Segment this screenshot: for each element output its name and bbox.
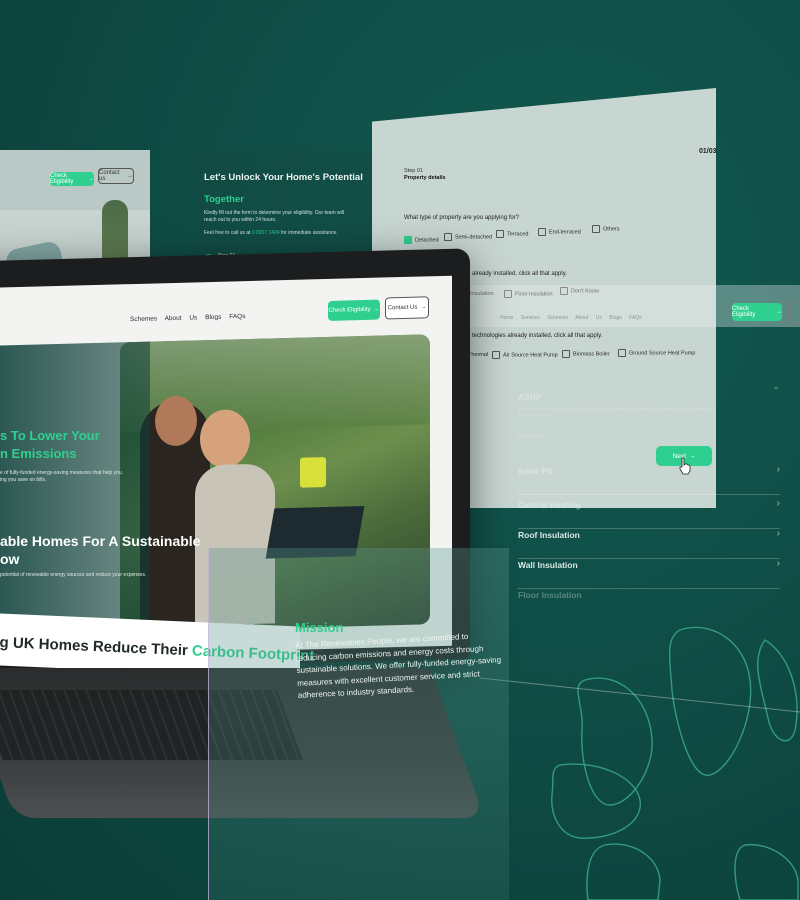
step-label: Step 01 <box>218 253 236 259</box>
accordion-item-solar-pv[interactable]: Solar PV › <box>518 460 780 495</box>
ghost-contact-button[interactable] <box>788 301 800 325</box>
technologies-question: technologies already installed, click al… <box>472 333 603 339</box>
form-intro-panel: Let's Unlock Your Home's Potential Toget… <box>196 150 372 290</box>
option-end-terraced[interactable]: End-terraced <box>538 228 581 236</box>
checkbox-icon[interactable] <box>538 228 546 236</box>
left-hero-panel: Check Eligibility → Contact us → <box>0 150 150 490</box>
hero-headline-b-1: able Homes For A Sustainable <box>0 533 201 549</box>
option-thermal[interactable]: Thermal <box>468 352 488 358</box>
father-figure <box>140 400 210 632</box>
button-label: Check Eligibility <box>50 173 74 185</box>
learn-more-link[interactable]: Learn More <box>518 434 544 440</box>
accordion-item-floor-insulation[interactable]: Floor Insulation <box>518 584 780 618</box>
option-label: Detached <box>415 237 439 244</box>
worker-hi-vis <box>300 456 326 488</box>
accordion-item-label: Roof Insulation <box>518 530 580 540</box>
form-intro-title-accent: Together <box>204 194 244 205</box>
button-label: Check Eligibility <box>732 306 756 318</box>
banner-text: g UK Homes Reduce Their <box>0 634 189 660</box>
accordion-item-label: Central Heating <box>518 500 581 510</box>
option-air-source-heat-pump[interactable]: Air Source Heat Pump <box>492 351 558 359</box>
composition-stage: Check Eligibility → Contact us → Let's Unl… <box>0 0 800 900</box>
form-step-counter: 01/03 <box>699 148 717 155</box>
form-step-label: Step 01 <box>404 168 423 174</box>
accordion-item-label: Solar PV <box>518 466 553 476</box>
nav-link-about[interactable]: About Us <box>165 314 198 322</box>
ghost-check-eligibility-button[interactable]: Check Eligibility → <box>732 303 782 321</box>
property-type-question: What type of property are you applying f… <box>404 215 520 221</box>
checkbox-icon[interactable] <box>592 225 600 233</box>
call-suffix: for immediate assistance. <box>281 230 338 236</box>
call-prefix: Feel free to call us at <box>204 230 251 236</box>
father-face <box>155 395 197 447</box>
option-label: Ground Source Heat Pump <box>629 350 696 357</box>
mission-title: Mission <box>295 620 344 635</box>
nav-link-faqs[interactable]: FAQs <box>229 313 245 320</box>
option-label: Biomass Boiler <box>573 351 610 358</box>
ghost-nav-links: Home Services Schemes About Us Blogs FAQ… <box>500 315 642 321</box>
option-label: Others <box>603 226 620 233</box>
chevron-right-icon: › <box>776 498 780 509</box>
hero-sub-b: potential of renewable energy sources an… <box>0 572 147 578</box>
ghost-nav-schemes: Schemes <box>547 315 569 321</box>
form-intro-call: Feel free to call us at 0 0207 1424 for … <box>204 230 338 236</box>
form-intro-body: Kindly fill out the form to determine yo… <box>204 210 344 223</box>
checkbox-checked-icon[interactable] <box>404 236 412 244</box>
divider-line-decoration <box>480 677 800 713</box>
checkbox-icon[interactable] <box>444 233 452 241</box>
plant-shape <box>102 200 128 320</box>
checkbox-icon[interactable] <box>618 349 626 357</box>
option-label: Thermal <box>468 352 489 358</box>
step-name: Property Details <box>218 261 254 267</box>
option-label: End-terraced <box>549 229 581 236</box>
child-face <box>200 408 250 469</box>
button-label: Check Eligibility <box>328 306 371 314</box>
ghost-nav-strip: Home Services Schemes About Us Blogs FAQ… <box>470 285 800 327</box>
hero-headline-b-2: ow <box>0 551 20 567</box>
accordion-item-label: Floor Insulation <box>518 590 582 600</box>
option-terraced[interactable]: Terraced <box>496 230 528 238</box>
option-biomass-boiler[interactable]: Biomass Boiler <box>562 350 610 358</box>
step-indicator-icon <box>204 254 213 263</box>
option-semi-detached[interactable]: Semi-detached <box>444 233 492 241</box>
option-others[interactable]: Others <box>592 225 620 233</box>
chevron-up-icon[interactable]: ⌃ <box>772 386 780 397</box>
option-ground-source-heat-pump[interactable]: Ground Source Heat Pump <box>618 349 695 357</box>
mission-body: At The Renewables People, we are committ… <box>295 631 502 700</box>
option-label: Semi-detached <box>455 234 492 241</box>
check-eligibility-button[interactable]: Check Eligibility → <box>50 172 94 186</box>
form-step-name: Property details <box>404 175 446 181</box>
accordion-open-title[interactable]: ASHP <box>518 392 542 402</box>
arrow-right-icon: → <box>88 176 94 182</box>
arrow-right-icon: → <box>776 309 782 315</box>
checkbox-icon[interactable] <box>562 350 570 358</box>
chevron-right-icon: › <box>776 558 780 569</box>
chevron-right-icon: › <box>776 464 780 475</box>
accordion-open-body: Moving out the costs of a modern heating… <box>518 406 713 417</box>
ghost-nav-blogs: Blogs <box>609 315 622 321</box>
glass-overlay-panel <box>208 548 509 900</box>
nav-link-blogs[interactable]: Blogs <box>205 314 221 321</box>
accordion-item-label: Wall Insulation <box>518 560 578 570</box>
contact-us-button[interactable]: Contact us → <box>98 168 134 184</box>
insulation-question: already installed, click all that apply. <box>472 271 567 277</box>
form-intro-title: Let's Unlock Your Home's Potential <box>204 172 363 183</box>
leaf-outline-decoration <box>551 626 799 900</box>
chevron-right-icon: › <box>776 528 780 539</box>
checkbox-icon[interactable] <box>492 351 500 359</box>
ghost-nav-services: Services <box>520 315 540 321</box>
ghost-nav-faqs: FAQs <box>629 315 642 321</box>
option-label: Air Source Heat Pump <box>503 352 558 359</box>
ghost-nav-about: About Us <box>575 315 602 321</box>
phone-link[interactable]: 0 0207 1424 <box>252 230 280 236</box>
arrow-right-icon: → <box>127 173 133 179</box>
button-label: Contact us <box>99 170 120 182</box>
option-detached[interactable]: Detached <box>404 236 439 244</box>
checkbox-icon[interactable] <box>496 230 504 238</box>
ghost-nav-home: Home <box>500 315 514 321</box>
option-label: Terraced <box>507 231 529 238</box>
